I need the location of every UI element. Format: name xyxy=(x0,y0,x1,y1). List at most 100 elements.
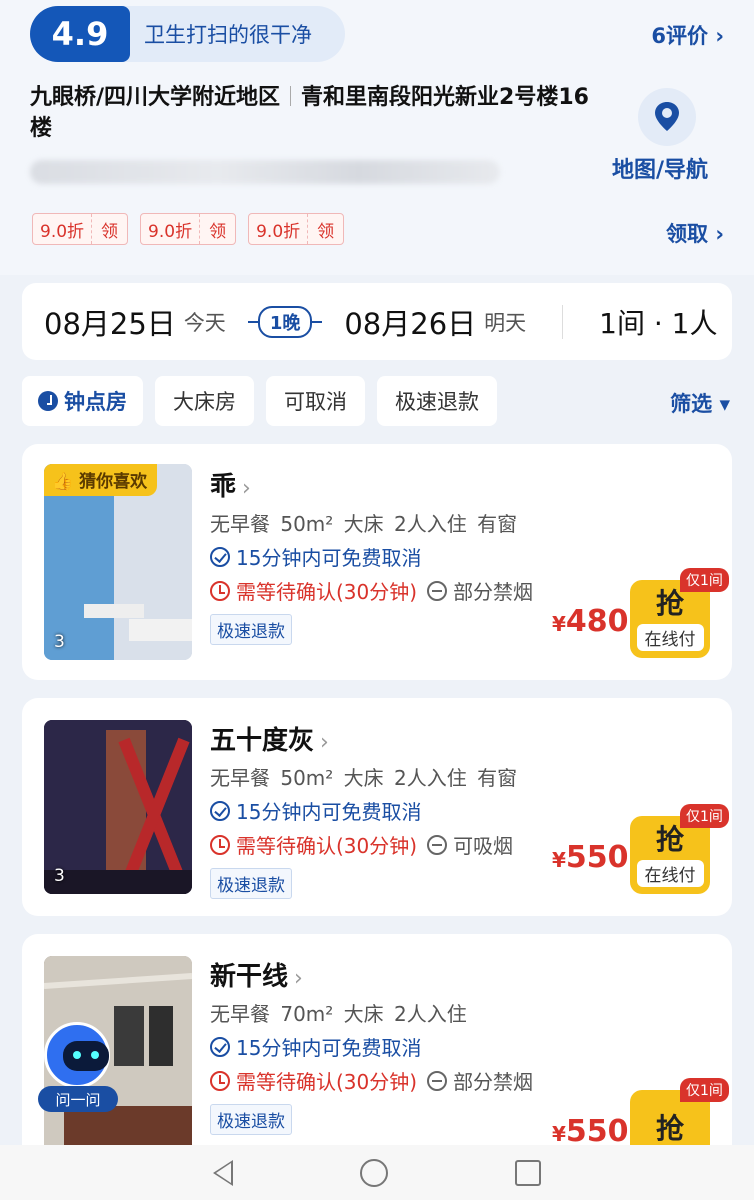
room-photo[interactable]: 3 xyxy=(44,720,192,894)
confirm-policy: 需等待确认(30分钟) 部分禁烟 xyxy=(210,1066,533,1095)
smoking-policy: 可吸烟 xyxy=(453,834,514,858)
map-button[interactable] xyxy=(638,88,696,146)
chip-king-bed[interactable]: 大床房 xyxy=(155,376,254,426)
hotel-address: 九眼桥/四川大学附近地区 青和里南段阳光新业2号楼16楼 xyxy=(30,82,590,144)
chip-label: 钟点房 xyxy=(64,390,127,414)
pay-online-label: 在线付 xyxy=(636,859,704,887)
room-card[interactable]: 👍 猜你喜欢 3 乖 › 无早餐 50m² 大床 2人入住 有窗 15分钟内可免费… xyxy=(22,444,732,680)
free-cancel-policy: 15分钟内可免费取消 xyxy=(210,542,421,571)
photo-count: 3 xyxy=(54,866,65,886)
check-out-date: 08月26日 xyxy=(344,306,477,341)
hotel-header: 4.9 卫生打扫的很干净 6评价 › 九眼桥/四川大学附近地区 青和里南段阳光新业… xyxy=(0,0,754,275)
system-nav-bar xyxy=(0,1145,754,1200)
date-divider xyxy=(562,304,564,339)
assistant-label: 问一问 xyxy=(38,1086,118,1112)
address-area: 九眼桥/四川大学附近地区 xyxy=(30,85,281,110)
chip-cancellable[interactable]: 可取消 xyxy=(266,376,365,426)
confirm-text: 需等待确认(30分钟) xyxy=(236,1070,418,1094)
book-label: 抢 xyxy=(655,1112,684,1145)
fast-refund-tag: 极速退款 xyxy=(210,1104,292,1135)
no-smoking-icon xyxy=(427,1070,448,1091)
room-guest-selector[interactable]: 1间 · 1人 xyxy=(599,302,717,342)
rating-pill[interactable]: 4.9 卫生打扫的很干净 xyxy=(30,6,345,62)
free-cancel-text: 15分钟内可免费取消 xyxy=(236,1036,422,1060)
confirm-policy: 需等待确认(30分钟) 部分禁烟 xyxy=(210,576,533,605)
check-out-day: 明天 xyxy=(484,310,527,335)
rating-summary: 卫生打扫的很干净 xyxy=(144,23,312,47)
room-photo[interactable]: 👍 猜你喜欢 3 xyxy=(44,464,192,660)
only-one-left-tag: 仅1间 xyxy=(680,568,729,592)
chip-hourly-room[interactable]: 钟点房 xyxy=(22,376,143,426)
price-currency: ¥ xyxy=(552,1122,566,1146)
recent-apps-icon[interactable] xyxy=(514,1159,541,1186)
check-circle-icon xyxy=(210,800,230,821)
room-price: ¥480 xyxy=(552,604,629,639)
book-label: 抢 xyxy=(655,586,684,620)
room-price: ¥550 xyxy=(552,1114,629,1149)
coupon-claim: 领 xyxy=(317,221,335,242)
room-specs: 无早餐 70m² 大床 2人入住 xyxy=(210,1002,467,1026)
rating-score: 4.9 xyxy=(30,6,130,62)
room-name-text: 五十度灰 xyxy=(210,726,315,756)
nights-indicator: 1晚 xyxy=(247,305,323,338)
coupon[interactable]: 9.0折领 xyxy=(248,213,345,245)
room-price: ¥550 xyxy=(552,840,629,875)
map-pin-icon xyxy=(655,102,679,131)
room-name-text: 新干线 xyxy=(210,962,289,992)
room-name[interactable]: 五十度灰 › xyxy=(210,720,329,757)
date-selector[interactable]: 08月25日 今天 1晚 08月26日 明天 1间 · 1人 xyxy=(22,283,732,360)
robot-icon xyxy=(44,1022,110,1088)
price-value: 550 xyxy=(565,840,629,875)
check-circle-icon xyxy=(210,1036,230,1057)
free-cancel-policy: 15分钟内可免费取消 xyxy=(210,796,421,825)
no-smoking-icon xyxy=(427,580,448,601)
confirm-policy: 需等待确认(30分钟) 可吸烟 xyxy=(210,830,513,859)
reviews-link[interactable]: 6评价 › xyxy=(651,20,724,50)
price-currency: ¥ xyxy=(552,848,566,872)
smoking-policy: 部分禁烟 xyxy=(453,1070,534,1094)
coupon[interactable]: 9.0折领 xyxy=(32,213,129,245)
room-specs: 无早餐 50m² 大床 2人入住 有窗 xyxy=(210,766,518,790)
check-circle-icon xyxy=(210,546,230,567)
chevron-right-icon: › xyxy=(320,730,329,755)
confirm-text: 需等待确认(30分钟) xyxy=(236,834,418,858)
nights-count: 1晚 xyxy=(257,305,313,338)
coupon-claim: 领 xyxy=(101,221,119,242)
address-divider xyxy=(290,86,292,106)
clock-icon xyxy=(38,391,58,411)
coupon-claim: 领 xyxy=(209,221,227,242)
room-specs: 无早餐 50m² 大床 2人入住 有窗 xyxy=(210,512,518,536)
confirm-text: 需等待确认(30分钟) xyxy=(236,580,418,604)
recommended-badge: 👍 猜你喜欢 xyxy=(44,464,158,496)
home-icon[interactable] xyxy=(359,1158,388,1187)
free-cancel-policy: 15分钟内可免费取消 xyxy=(210,1032,421,1061)
map-navigation-label[interactable]: 地图/导航 xyxy=(612,152,708,184)
coupon[interactable]: 9.0折领 xyxy=(140,213,237,245)
timer-icon xyxy=(210,1070,230,1091)
room-name[interactable]: 乖 › xyxy=(210,466,251,503)
room-name-text: 乖 xyxy=(210,472,237,502)
chip-fast-refund[interactable]: 极速退款 xyxy=(377,376,497,426)
filter-button[interactable]: 筛选 ▾ xyxy=(670,388,730,418)
price-currency: ¥ xyxy=(552,612,566,636)
only-one-left-tag: 仅1间 xyxy=(680,804,729,828)
coupon-value: 9.0折 xyxy=(141,214,201,244)
back-icon[interactable] xyxy=(213,1159,234,1186)
price-value: 550 xyxy=(565,1114,629,1149)
coupon-list: 9.0折领 9.0折领 9.0折领 xyxy=(32,213,345,245)
room-card[interactable]: 3 五十度灰 › 无早餐 50m² 大床 2人入住 有窗 15分钟内可免费取消 需… xyxy=(22,698,732,916)
free-cancel-text: 15分钟内可免费取消 xyxy=(236,546,422,570)
check-in-date: 08月25日 xyxy=(44,306,176,341)
filter-chips: 钟点房 大床房 可取消 极速退款 xyxy=(22,376,497,426)
smoking-policy: 部分禁烟 xyxy=(453,580,534,604)
timer-icon xyxy=(210,580,230,601)
room-card[interactable]: 新干线 › 无早餐 70m² 大床 2人入住 15分钟内可免费取消 需等待确认(3… xyxy=(22,934,732,1164)
room-name[interactable]: 新干线 › xyxy=(210,956,303,993)
photo-count: 3 xyxy=(54,632,65,652)
timer-icon xyxy=(210,834,230,855)
recommended-badge-text: 猜你喜欢 xyxy=(79,472,148,492)
fast-refund-tag: 极速退款 xyxy=(210,868,292,899)
coupon-value: 9.0折 xyxy=(33,214,93,244)
claim-coupons-link[interactable]: 领取 › xyxy=(666,218,724,248)
assistant-bot[interactable]: 问一问 xyxy=(38,1022,118,1112)
